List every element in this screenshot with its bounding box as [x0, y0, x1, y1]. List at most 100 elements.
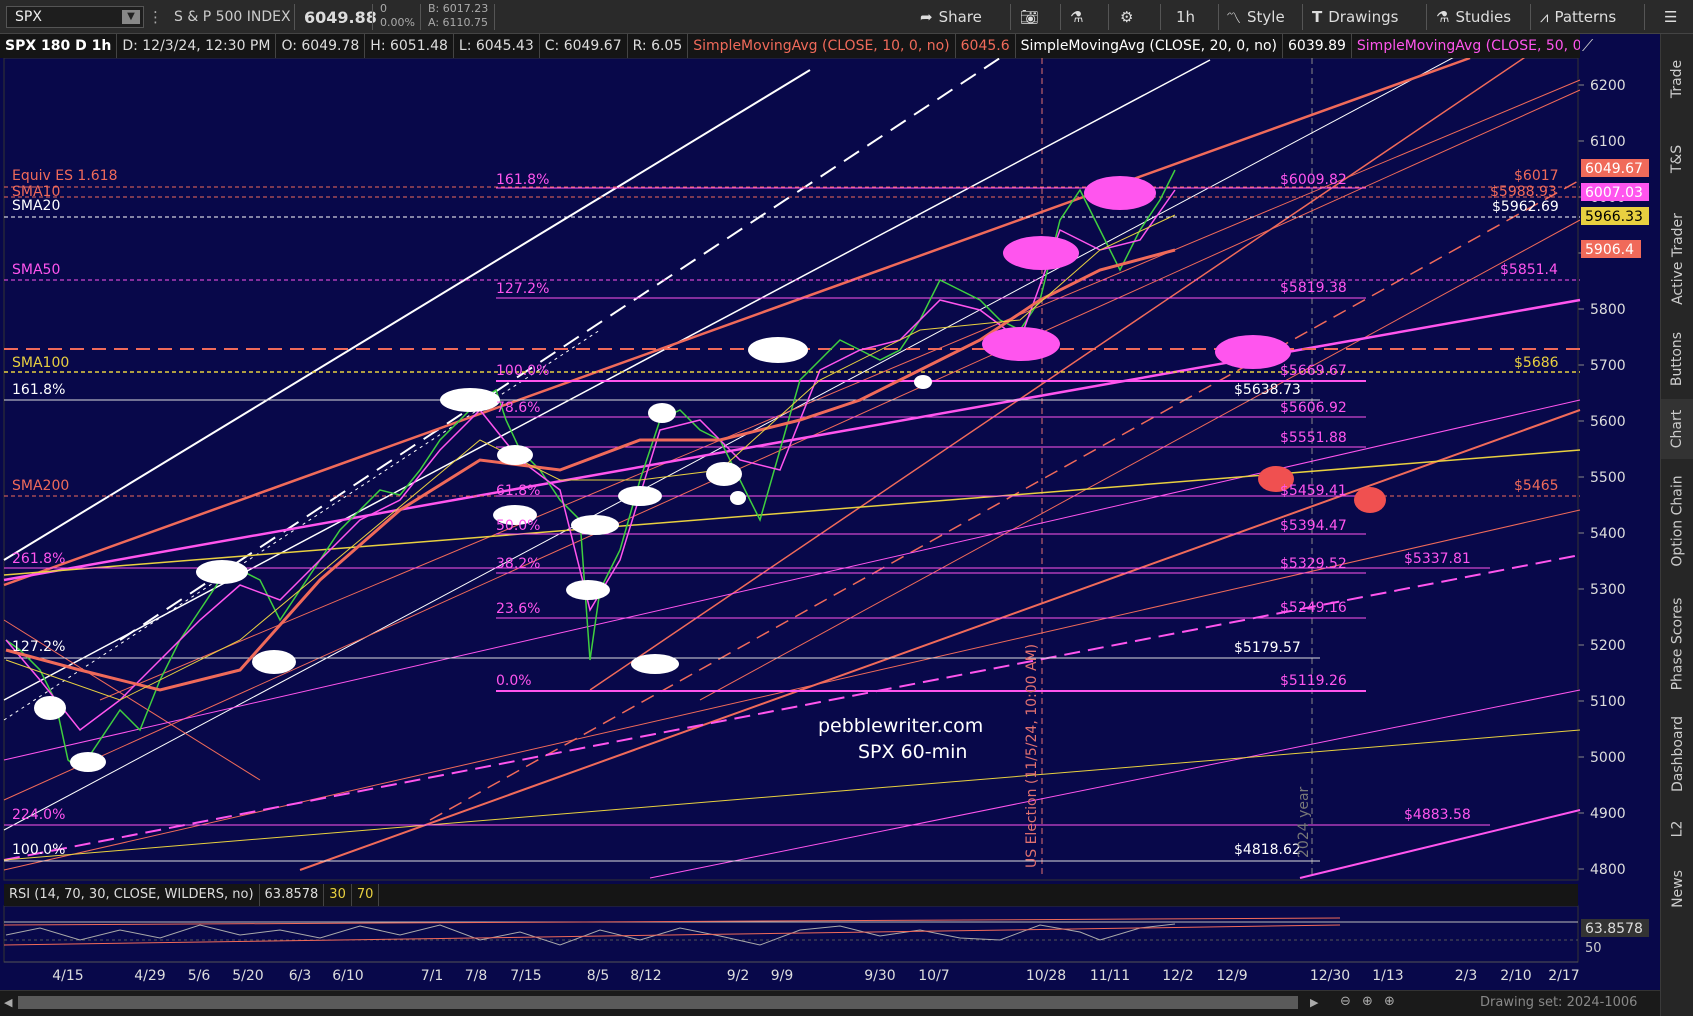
- fib-1618: 161.8%: [496, 172, 549, 188]
- style-button[interactable]: 〽 Style: [1226, 0, 1285, 34]
- date-tick: 12/9: [1216, 968, 1247, 984]
- symbol-input[interactable]: SPX ▼: [6, 6, 144, 28]
- chart-area[interactable]: 6200610060005900580057005600550054005300…: [0, 34, 1660, 1016]
- price-tick: 6200: [1590, 78, 1626, 94]
- sidebar-tab-phase-scores[interactable]: Phase Scores: [1661, 589, 1693, 699]
- price-label-5819: $5819.38: [1280, 280, 1347, 296]
- label-sma50: SMA50: [12, 262, 60, 278]
- studies-button[interactable]: ⚗ Studies: [1436, 0, 1511, 34]
- menu-icon: ☰: [1664, 8, 1678, 26]
- price-line: [5, 169, 1176, 772]
- net-change-block: 0 0.00%: [380, 2, 415, 30]
- net-change: 0: [380, 2, 387, 15]
- price-label-5686: $5686: [1514, 355, 1559, 371]
- symbol-value: SPX: [15, 9, 42, 25]
- right-sidebar: Trade T&S Active Trader Buttons Chart Op…: [1660, 34, 1693, 1016]
- price-tick: 4900: [1590, 806, 1626, 822]
- study-sma10[interactable]: SimpleMovingAvg (CLOSE, 10, 0, no): [688, 34, 956, 58]
- date-tick: 7/1: [421, 968, 444, 984]
- sidebar-tab-l2[interactable]: L2: [1661, 809, 1693, 849]
- ask-value: A: 6110.75: [428, 16, 489, 29]
- date-tick: 12/2: [1162, 968, 1193, 984]
- price-label-5337: $5337.81: [1404, 551, 1471, 567]
- timeframe-label: 1h: [1176, 8, 1196, 26]
- fib-0: 0.0%: [496, 673, 532, 689]
- timeframe-button[interactable]: 1h: [1176, 0, 1195, 34]
- settings-button[interactable]: ⚙: [1120, 0, 1133, 34]
- screenshot-button[interactable]: 📷︎: [1020, 0, 1039, 34]
- date-tick: 10/7: [918, 968, 949, 984]
- chevron-down-icon[interactable]: ▼: [122, 10, 140, 24]
- badge-sma50: 5906.4: [1585, 242, 1634, 258]
- bar-open: O: 6049.78: [276, 34, 366, 58]
- scroll-left-icon[interactable]: ◀: [4, 996, 12, 1009]
- price-label-4883: $4883.58: [1404, 807, 1471, 823]
- bar-high: H: 6051.48: [365, 34, 454, 58]
- zoom-out-icon[interactable]: ⊖: [1340, 994, 1351, 1009]
- price-tick: 5000: [1590, 750, 1626, 766]
- rsi-label[interactable]: RSI (14, 70, 30, CLOSE, WILDERS, no): [4, 884, 260, 906]
- bar-low: L: 6045.43: [454, 34, 540, 58]
- menu-button[interactable]: ☰: [1664, 0, 1677, 34]
- drawing-set-label: Drawing set: 2024-1006: [1480, 995, 1638, 1010]
- sidebar-tab-option-chain[interactable]: Option Chain: [1661, 466, 1693, 576]
- flask-icon: ⚗: [1070, 8, 1084, 26]
- chart-canvas[interactable]: 6200610060005900580057005600550054005300…: [0, 34, 1660, 1016]
- price-label-5459: $5459.41: [1280, 483, 1347, 499]
- style-label: Style: [1247, 8, 1285, 26]
- date-tick: 5/20: [232, 968, 263, 984]
- price-tick: 5100: [1590, 694, 1626, 710]
- date-tick: 9/30: [864, 968, 895, 984]
- date-tick: 1/13: [1372, 968, 1403, 984]
- badge-last: 6049.67: [1585, 161, 1643, 177]
- drawings-button[interactable]: T Drawings: [1312, 0, 1398, 34]
- flask-button[interactable]: ⚗: [1070, 0, 1083, 34]
- patterns-button[interactable]: ⩘ Patterns: [1540, 0, 1616, 34]
- camera-icon: 📷︎: [1020, 8, 1040, 26]
- studies-icon: ⚗: [1436, 8, 1450, 26]
- sidebar-tab-chart[interactable]: Chart: [1661, 399, 1693, 459]
- scroll-right-icon[interactable]: ▶: [1310, 996, 1318, 1009]
- study-sma50[interactable]: SimpleMovingAvg (CLOSE, 50, 0,...: [1352, 34, 1580, 58]
- watermark-subtitle: SPX 60-min: [858, 741, 967, 763]
- fib-100: 100.0%: [496, 363, 549, 379]
- study-sma20[interactable]: SimpleMovingAvg (CLOSE, 20, 0, no): [1016, 34, 1283, 58]
- drawings-icon: T: [1312, 8, 1323, 26]
- sidebar-tab-ts[interactable]: T&S: [1661, 124, 1693, 194]
- date-tick: 2/3: [1455, 968, 1478, 984]
- sidebar-tab-news[interactable]: News: [1661, 859, 1693, 919]
- rsi-tick-50: 50: [1585, 941, 1602, 956]
- scroll-thumb[interactable]: [18, 996, 1298, 1009]
- label-sma100: SMA100: [12, 355, 69, 371]
- watermark-site: pebblewriter.com: [818, 715, 983, 737]
- price-label-5551: $5551.88: [1280, 430, 1347, 446]
- fib-786: 78.6%: [496, 400, 540, 416]
- price-label-6009: $6009.82: [1280, 172, 1347, 188]
- sidebar-tab-trade[interactable]: Trade: [1661, 44, 1693, 114]
- bar-close: C: 6049.67: [540, 34, 628, 58]
- zoom-fit-icon[interactable]: ⊕: [1362, 994, 1373, 1009]
- studies-label: Studies: [1455, 8, 1512, 26]
- year-label: 2024 year: [1296, 786, 1312, 858]
- patterns-label: Patterns: [1554, 8, 1617, 26]
- price-label-5394: $5394.47: [1280, 518, 1347, 534]
- label-fib224: 224.0%: [12, 807, 65, 823]
- sidebar-tab-dashboard[interactable]: Dashboard: [1661, 709, 1693, 799]
- study-sma20-value: 6039.89: [1283, 34, 1352, 58]
- collapse-icon[interactable]: ⟋: [1582, 36, 1593, 56]
- study-sma10-value: 6045.6: [956, 34, 1016, 58]
- label-fib127-left: 127.2%: [12, 639, 65, 655]
- drawings-label: Drawings: [1328, 8, 1399, 26]
- link-icon[interactable]: ⋮: [148, 0, 163, 34]
- zoom-in-icon[interactable]: ⊕: [1384, 994, 1395, 1009]
- rsi-ob: 30: [324, 884, 352, 906]
- share-button[interactable]: ➦ Share: [920, 0, 982, 34]
- date-tick: 5/6: [188, 968, 211, 984]
- chart-scrollbar[interactable]: ◀ ▶ ⊖ ⊕ ⊕ Drawing set: 2024-1006: [0, 990, 1660, 1016]
- sidebar-tab-active-trader[interactable]: Active Trader: [1661, 204, 1693, 314]
- patterns-icon: ⩘: [1540, 8, 1549, 26]
- sidebar-tab-buttons[interactable]: Buttons: [1661, 324, 1693, 394]
- price-label-5606: $5606.92: [1280, 400, 1347, 416]
- fib-382: 38.2%: [496, 556, 540, 572]
- fib-50: 50.0%: [496, 518, 540, 534]
